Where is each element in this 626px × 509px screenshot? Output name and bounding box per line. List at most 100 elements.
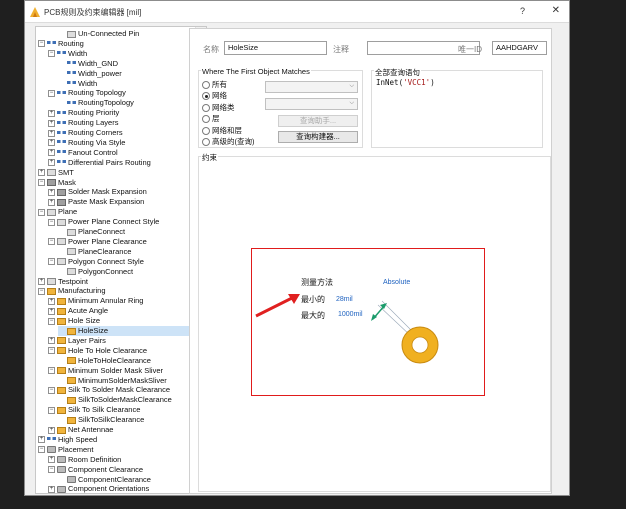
expand-icon[interactable]: + xyxy=(48,297,55,305)
tree-item[interactable]: + Minimum Annular Ring xyxy=(48,296,143,306)
tree-item[interactable]: + Routing Layers xyxy=(48,118,118,128)
collapse-icon[interactable]: − xyxy=(48,317,55,325)
expand-icon[interactable]: + xyxy=(48,485,55,493)
collapse-icon[interactable]: − xyxy=(38,208,45,216)
tree-item[interactable]: + Component Orientations xyxy=(48,484,149,493)
tree-item[interactable]: PlaneClearance xyxy=(58,247,131,257)
tree-item[interactable]: PolygonConnect xyxy=(58,267,133,277)
radio-unchecked-icon[interactable] xyxy=(202,115,210,124)
unique-id-field[interactable]: AAHDGARV xyxy=(492,41,547,55)
tree-item[interactable]: − Component Clearance xyxy=(48,465,143,475)
tree-item[interactable]: MinimumSolderMaskSliver xyxy=(58,376,167,386)
tree-item[interactable]: + Layer Pairs xyxy=(48,336,106,346)
close-icon[interactable]: ✕ xyxy=(552,5,560,16)
collapse-icon[interactable]: − xyxy=(48,406,55,414)
tree-item[interactable]: + Room Definition xyxy=(48,455,121,465)
query-helper-button[interactable]: 查询助手... xyxy=(278,115,358,127)
tree-item[interactable]: − Placement xyxy=(38,445,93,455)
rules-tree[interactable]: + Component Orientations ComponentClearanc… xyxy=(35,26,207,494)
radio-unchecked-icon[interactable] xyxy=(202,81,210,90)
tree-item[interactable]: RoutingTopology xyxy=(58,98,134,108)
tree-item[interactable]: − Power Plane Connect Style xyxy=(48,217,159,227)
expand-icon[interactable]: + xyxy=(48,198,55,206)
expand-icon[interactable]: + xyxy=(38,436,45,444)
tree-item[interactable]: SilkToSilkClearance xyxy=(58,415,144,425)
tree-item[interactable]: + Routing Corners xyxy=(48,128,123,138)
tree-item[interactable]: Width_GND xyxy=(58,59,118,69)
match-option-radio[interactable]: 层 xyxy=(202,114,220,124)
tree-item[interactable]: − Polygon Connect Style xyxy=(48,257,144,267)
tree-item[interactable]: + Routing Priority xyxy=(48,108,119,118)
expand-icon[interactable]: + xyxy=(48,149,55,157)
match-option-radio[interactable]: 网络类 xyxy=(202,103,235,112)
tree-item[interactable]: − Silk To Silk Clearance xyxy=(48,405,140,415)
match-option-radio[interactable]: 网络 xyxy=(202,91,227,101)
tree-item[interactable]: − Mask xyxy=(38,178,76,188)
tree-item[interactable]: Width_power xyxy=(58,69,122,79)
tree-item[interactable]: HoleSize xyxy=(58,326,194,336)
tree-item[interactable]: − Hole Size xyxy=(48,316,100,326)
expand-icon[interactable]: + xyxy=(48,119,55,127)
match-option-radio[interactable]: 网络和层 xyxy=(202,126,242,135)
tree-item[interactable]: + Net Antennae xyxy=(48,425,113,435)
collapse-icon[interactable]: − xyxy=(48,89,55,97)
tree-item[interactable]: + Paste Mask Expansion xyxy=(48,197,144,207)
minimum-value[interactable]: 28mil xyxy=(336,296,353,303)
tree-item[interactable]: − Minimum Solder Mask Sliver xyxy=(48,366,163,376)
tree-item[interactable]: + Solder Mask Expansion xyxy=(48,187,147,197)
radio-checked-icon[interactable] xyxy=(202,92,210,101)
expand-icon[interactable]: + xyxy=(38,169,45,177)
radio-unchecked-icon[interactable] xyxy=(202,138,210,147)
match-dropdown-secondary[interactable]: ⌵ xyxy=(265,98,358,110)
tree-item[interactable]: + Routing Via Style xyxy=(48,138,125,148)
radio-unchecked-icon[interactable] xyxy=(202,126,210,135)
expand-icon[interactable]: + xyxy=(48,456,55,464)
collapse-icon[interactable]: − xyxy=(48,50,55,58)
tree-item[interactable]: + Testpoint xyxy=(38,277,88,287)
maximum-value[interactable]: 1000mil xyxy=(338,311,363,318)
tree-item[interactable]: Un-Connected Pin xyxy=(58,29,139,39)
expand-icon[interactable]: + xyxy=(48,159,55,167)
tree-item[interactable]: + Differential Pairs Routing xyxy=(48,158,151,168)
collapse-icon[interactable]: − xyxy=(38,40,45,48)
tree-item[interactable]: − Manufacturing xyxy=(38,286,106,296)
collapse-icon[interactable]: − xyxy=(48,367,55,375)
tree-item[interactable]: HoleToHoleClearance xyxy=(58,356,151,366)
tree-item[interactable]: − Silk To Solder Mask Clearance xyxy=(48,385,170,395)
tree-item[interactable]: + SMT xyxy=(38,168,74,178)
expand-icon[interactable]: + xyxy=(48,109,55,117)
measure-method-value[interactable]: Absolute xyxy=(383,279,410,286)
tree-item[interactable]: − Routing Topology xyxy=(48,88,126,98)
expand-icon[interactable]: + xyxy=(48,337,55,345)
help-button[interactable]: ? xyxy=(520,6,525,16)
collapse-icon[interactable]: − xyxy=(38,287,45,295)
collapse-icon[interactable]: − xyxy=(38,446,45,454)
tree-item[interactable]: SilkToSolderMaskClearance xyxy=(58,395,172,405)
collapse-icon[interactable]: − xyxy=(48,238,55,246)
tree-item[interactable]: − Plane xyxy=(38,207,77,217)
tree-item[interactable]: − Width xyxy=(48,49,87,59)
expand-icon[interactable]: + xyxy=(48,188,55,196)
name-field[interactable]: HoleSize xyxy=(224,41,327,55)
expand-icon[interactable]: + xyxy=(48,426,55,434)
collapse-icon[interactable]: − xyxy=(48,466,55,474)
query-builder-button[interactable]: 查询构建器... xyxy=(278,131,358,143)
collapse-icon[interactable]: − xyxy=(48,386,55,394)
match-dropdown-primary[interactable]: ⌵ xyxy=(265,81,358,93)
expand-icon[interactable]: + xyxy=(48,307,55,315)
expand-icon[interactable]: + xyxy=(48,139,55,147)
tree-item[interactable]: − Hole To Hole Clearance xyxy=(48,346,147,356)
tree-item[interactable]: ComponentClearance xyxy=(58,475,151,485)
tree-item[interactable]: PlaneConnect xyxy=(58,227,125,237)
match-option-radio[interactable]: 高级的(查询) xyxy=(202,137,255,147)
collapse-icon[interactable]: − xyxy=(38,179,45,187)
collapse-icon[interactable]: − xyxy=(48,258,55,266)
tree-item[interactable]: − Routing xyxy=(38,39,84,49)
radio-unchecked-icon[interactable] xyxy=(202,103,210,112)
expand-icon[interactable]: + xyxy=(48,129,55,137)
expand-icon[interactable]: + xyxy=(38,278,45,286)
full-query-text[interactable]: InNet('VCC1') xyxy=(376,78,435,87)
collapse-icon[interactable]: − xyxy=(48,218,55,226)
tree-item[interactable]: Width xyxy=(58,79,97,89)
tree-item[interactable]: + Fanout Control xyxy=(48,148,118,158)
